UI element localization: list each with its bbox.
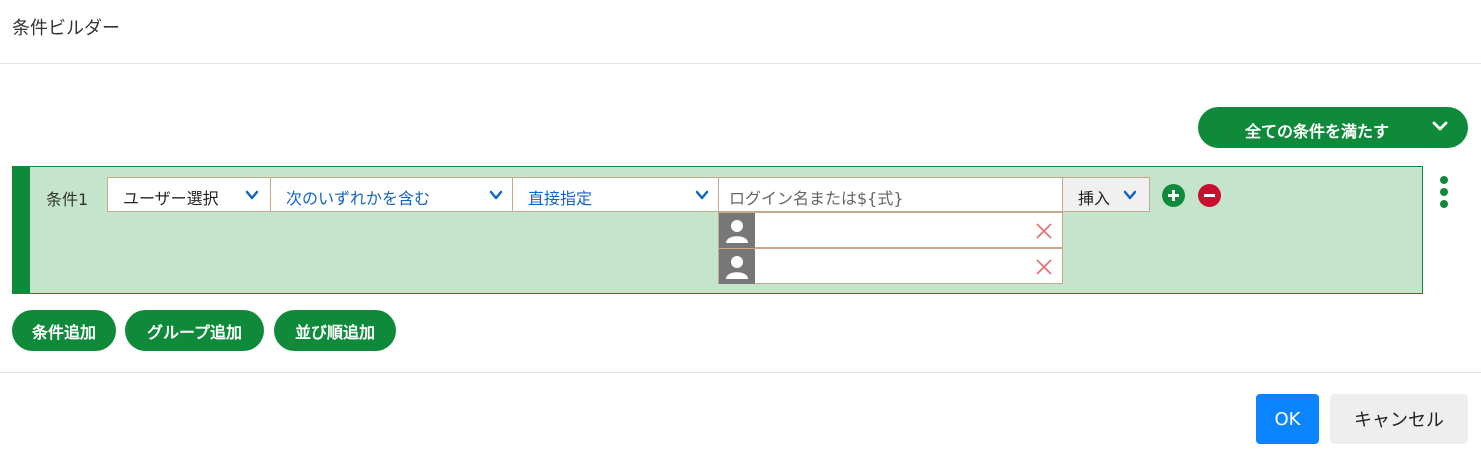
header-divider — [0, 63, 1481, 64]
match-mode-label: 全ての条件を満たす — [1245, 122, 1390, 141]
value-mode-dropdown[interactable]: 直接指定 — [512, 177, 719, 212]
condition-row: 条件1 ユーザー選択 次のいずれかを含む 直接指定 ログイン名または${式} 挿… — [12, 166, 1423, 294]
chevron-down-icon — [1432, 121, 1448, 131]
cancel-button[interactable]: キャンセル — [1330, 394, 1468, 444]
login-name-placeholder: ログイン名または${式} — [729, 189, 904, 208]
chevron-down-icon — [489, 190, 503, 200]
person-icon — [719, 249, 755, 284]
person-icon — [719, 213, 755, 248]
selected-user-row — [718, 212, 1063, 248]
dialog-title: 条件ビルダー — [12, 18, 120, 39]
add-condition-button[interactable]: 条件追加 — [12, 310, 116, 351]
close-icon[interactable] — [1034, 221, 1054, 241]
chevron-down-icon — [695, 190, 709, 200]
selected-user-row — [718, 248, 1063, 284]
add-sort-button[interactable]: 並び順追加 — [274, 310, 396, 351]
add-group-button[interactable]: グループ追加 — [125, 310, 264, 351]
more-options-icon[interactable] — [1438, 176, 1450, 208]
footer-divider — [0, 372, 1481, 373]
condition-stripe — [13, 167, 30, 293]
ok-button[interactable]: OK — [1256, 394, 1319, 444]
operator-dropdown[interactable]: 次のいずれかを含む — [270, 177, 513, 212]
operator-value: 次のいずれかを含む — [286, 189, 431, 208]
match-mode-dropdown[interactable]: 全ての条件を満たす — [1198, 107, 1468, 148]
chevron-down-icon — [245, 190, 259, 200]
chevron-down-icon — [1123, 190, 1137, 200]
value-mode-value: 直接指定 — [528, 189, 593, 208]
add-condition-icon[interactable] — [1162, 184, 1185, 207]
user-select-value: ユーザー選択 — [123, 189, 219, 208]
close-icon[interactable] — [1034, 257, 1054, 277]
remove-condition-icon[interactable] — [1198, 184, 1221, 207]
login-name-input[interactable]: ログイン名または${式} — [718, 177, 1063, 212]
insert-label: 挿入 — [1078, 189, 1111, 208]
insert-dropdown[interactable]: 挿入 — [1062, 177, 1150, 212]
condition-label: 条件1 — [46, 190, 89, 209]
user-select-dropdown[interactable]: ユーザー選択 — [107, 177, 271, 212]
